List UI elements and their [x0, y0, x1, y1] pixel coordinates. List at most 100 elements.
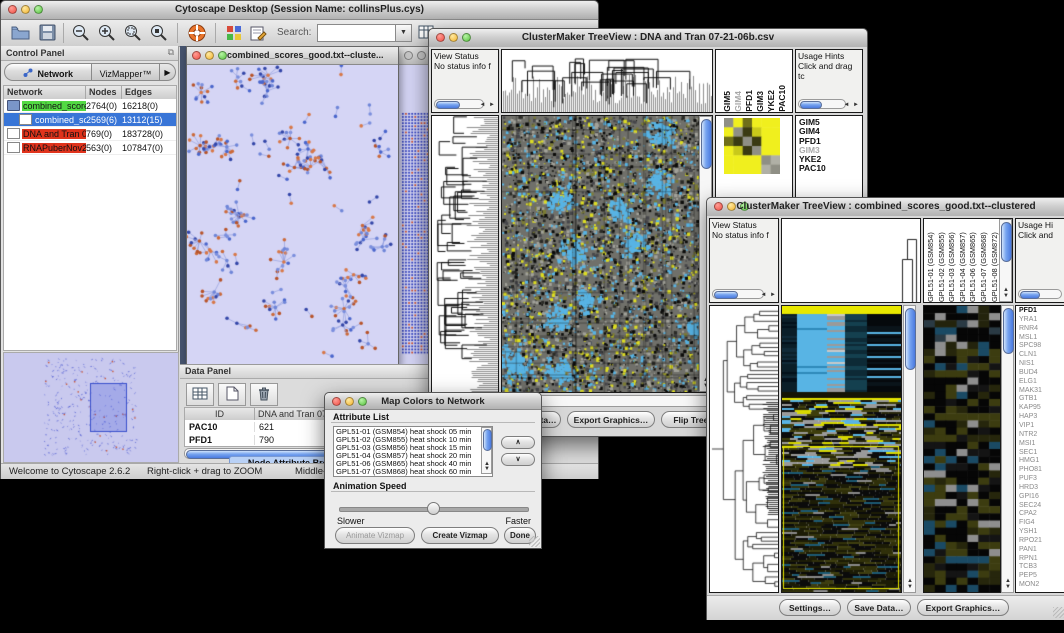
tv1-row-dendrogram[interactable] — [431, 115, 499, 393]
gene-label[interactable]: TCB3 — [1019, 563, 1064, 572]
help-lifering-icon[interactable] — [187, 23, 207, 48]
tv1-column-labels[interactable]: GIM5GIM4PFD1GIM3YKE2PAC10 — [715, 49, 793, 113]
delete-attribute-trash-icon[interactable] — [250, 383, 278, 406]
tv2-gene-labels[interactable]: PFD1YRA1RNR4MSL1SPC98CLN1NIS1BUD4ELG1MAK… — [1015, 305, 1064, 593]
attribute-list-item[interactable]: GPL51-07 (GSM868) heat shock 60 min — [336, 468, 492, 476]
animation-speed-slider[interactable] — [339, 501, 527, 515]
gene-label[interactable]: PUF3 — [1019, 475, 1064, 484]
tab-overflow-button[interactable]: ▶ — [160, 63, 176, 81]
network-row[interactable]: combined_sco2569(6)13112(15) — [4, 113, 176, 127]
gene-label[interactable]: CLN1 — [1019, 351, 1064, 360]
tv2-titlebar[interactable]: ClusterMaker TreeView : combined_scores_… — [707, 198, 1064, 217]
usage-hints-scrollbar[interactable] — [798, 99, 846, 109]
tv1-column-label[interactable]: YKE2 — [766, 90, 777, 112]
dialog-titlebar[interactable]: Map Colors to Network — [325, 393, 541, 410]
save-icon[interactable] — [38, 23, 57, 47]
tv2-row-dendrogram[interactable] — [709, 305, 779, 593]
gene-label[interactable]: SEC24 — [1019, 502, 1064, 511]
tv1-titlebar[interactable]: ClusterMaker TreeView : DNA and Tran 07-… — [429, 29, 867, 48]
gene-label[interactable]: PEP5 — [1019, 572, 1064, 581]
gene-label[interactable]: NIS1 — [1019, 360, 1064, 369]
tv2-column-label[interactable]: GPL51-02 (GSM855) — [937, 220, 948, 302]
animate-vizmap-button[interactable]: Animate Vizmap — [335, 527, 415, 544]
tv2-global-heatmap[interactable] — [781, 305, 902, 593]
tv1-column-label[interactable]: GIM4 — [733, 91, 744, 112]
gene-label[interactable]: YRA1 — [1019, 316, 1064, 325]
gene-label[interactable]: CPA2 — [1019, 510, 1064, 519]
search-dropdown-button[interactable]: ▼ — [395, 24, 412, 42]
tv2-column-label[interactable]: GPL51-07 (GSM868) — [979, 220, 990, 302]
vizmapper-icon[interactable] — [225, 24, 243, 47]
close-button[interactable] — [404, 51, 413, 60]
tv1-column-dendrogram[interactable] — [501, 49, 713, 113]
attribute-listbox[interactable]: GPL51-01 (GSM854) heat shock 05 minGPL51… — [333, 426, 493, 477]
scroll-arrows[interactable]: ◄ ► — [479, 102, 496, 108]
zoom-selected-icon[interactable] — [149, 23, 169, 48]
move-up-button[interactable]: ∧ — [501, 436, 535, 449]
gene-label[interactable]: ELG1 — [1019, 378, 1064, 387]
network-view-canvas[interactable] — [187, 65, 396, 364]
search-input[interactable] — [317, 24, 397, 42]
main-titlebar[interactable]: Cytoscape Desktop (Session Name: collins… — [1, 1, 598, 20]
annotation-icon[interactable] — [249, 24, 267, 47]
new-attribute-icon[interactable] — [218, 383, 246, 406]
create-vizmap-button[interactable]: Create Vizmap — [421, 527, 499, 544]
usage-hints-scrollbar[interactable] — [1018, 289, 1062, 299]
close-button[interactable] — [192, 51, 201, 60]
tv2-column-labels-vscrollbar[interactable]: ▲▼ — [999, 219, 1012, 302]
tv1-column-label[interactable]: PFD1 — [744, 90, 755, 112]
gene-label[interactable]: RNR4 — [1019, 325, 1064, 334]
tv2-heatmap-vscrollbar[interactable]: ▲▼ — [903, 305, 916, 593]
tv1-export-graphics-button[interactable]: Export Graphics… — [567, 411, 655, 428]
tv2-export-graphics-button[interactable]: Export Graphics… — [917, 599, 1009, 616]
gene-label[interactable]: PHO81 — [1019, 466, 1064, 475]
gene-label[interactable]: PFD1 — [1019, 307, 1064, 316]
gene-label[interactable]: SPC98 — [1019, 342, 1064, 351]
tv2-column-label[interactable]: GPL51-06 (GSM865) — [968, 220, 979, 302]
view-status-scrollbar[interactable] — [712, 289, 764, 299]
tv2-column-label[interactable]: GPL51-03 (GSM856) — [947, 220, 958, 302]
gene-label[interactable]: PAN1 — [1019, 546, 1064, 555]
scroll-arrows[interactable]: ◄ ► — [843, 102, 860, 108]
tv1-row-label[interactable]: PAC10 — [799, 164, 862, 173]
gene-label[interactable]: MSI1 — [1019, 440, 1064, 449]
tv1-column-label[interactable]: GIM3 — [755, 91, 766, 112]
gene-label[interactable]: MAK31 — [1019, 387, 1064, 396]
minimize-button[interactable] — [417, 51, 426, 60]
tv1-global-heatmap[interactable]: ▲▼ — [501, 115, 713, 393]
gene-label[interactable]: NTR2 — [1019, 431, 1064, 440]
tv2-settings-button[interactable]: Settings… — [779, 599, 841, 616]
gene-label[interactable]: GPI16 — [1019, 493, 1064, 502]
open-file-icon[interactable] — [10, 23, 31, 47]
tab-vizmapper[interactable]: VizMapper™ — [92, 63, 160, 81]
network-table-header[interactable]: Network Nodes Edges — [4, 86, 176, 99]
tv2-save-data-button[interactable]: Save Data… — [847, 599, 911, 616]
table-mode-icon[interactable] — [186, 383, 214, 406]
tv2-column-labels[interactable]: GPL51-01 (GSM854)GPL51-02 (GSM855)GPL51-… — [923, 218, 1013, 303]
tv2-zoom-vscrollbar[interactable]: ▲▼ — [1001, 305, 1014, 593]
network-row[interactable]: DNA and Tran 07769(0)183728(0) — [4, 127, 176, 141]
gene-label[interactable]: YSH1 — [1019, 528, 1064, 537]
minimize-button[interactable] — [205, 51, 214, 60]
zoom-in-icon[interactable] — [97, 23, 117, 48]
tv1-column-label[interactable]: PAC10 — [777, 85, 788, 112]
gene-label[interactable]: VIP1 — [1019, 422, 1064, 431]
attribute-list-vscrollbar[interactable]: ▲▼ — [481, 427, 492, 474]
network-row[interactable]: combined_scores_2764(0)16218(0) — [4, 99, 176, 113]
gene-label[interactable]: RPO21 — [1019, 537, 1064, 546]
gene-label[interactable]: RPN1 — [1019, 555, 1064, 564]
tv1-column-label[interactable]: GIM5 — [722, 91, 733, 112]
gene-label[interactable]: BUD4 — [1019, 369, 1064, 378]
zoom-out-icon[interactable] — [71, 23, 91, 48]
view-status-scrollbar[interactable] — [434, 99, 484, 109]
gene-label[interactable]: MON2 — [1019, 581, 1064, 590]
gene-label[interactable]: SEC1 — [1019, 449, 1064, 458]
slider-thumb[interactable] — [427, 502, 440, 515]
scroll-arrows[interactable]: ◄ ► — [760, 292, 777, 298]
gene-label[interactable]: HMG1 — [1019, 457, 1064, 466]
tv2-zoom-heatmap[interactable] — [923, 305, 1001, 593]
gene-label[interactable]: FIG4 — [1019, 519, 1064, 528]
gene-label[interactable]: MSL1 — [1019, 334, 1064, 343]
network-row[interactable]: RNAPuberNov2+|563(0)107847(0) — [4, 141, 176, 155]
tab-network[interactable]: Network — [4, 63, 92, 81]
